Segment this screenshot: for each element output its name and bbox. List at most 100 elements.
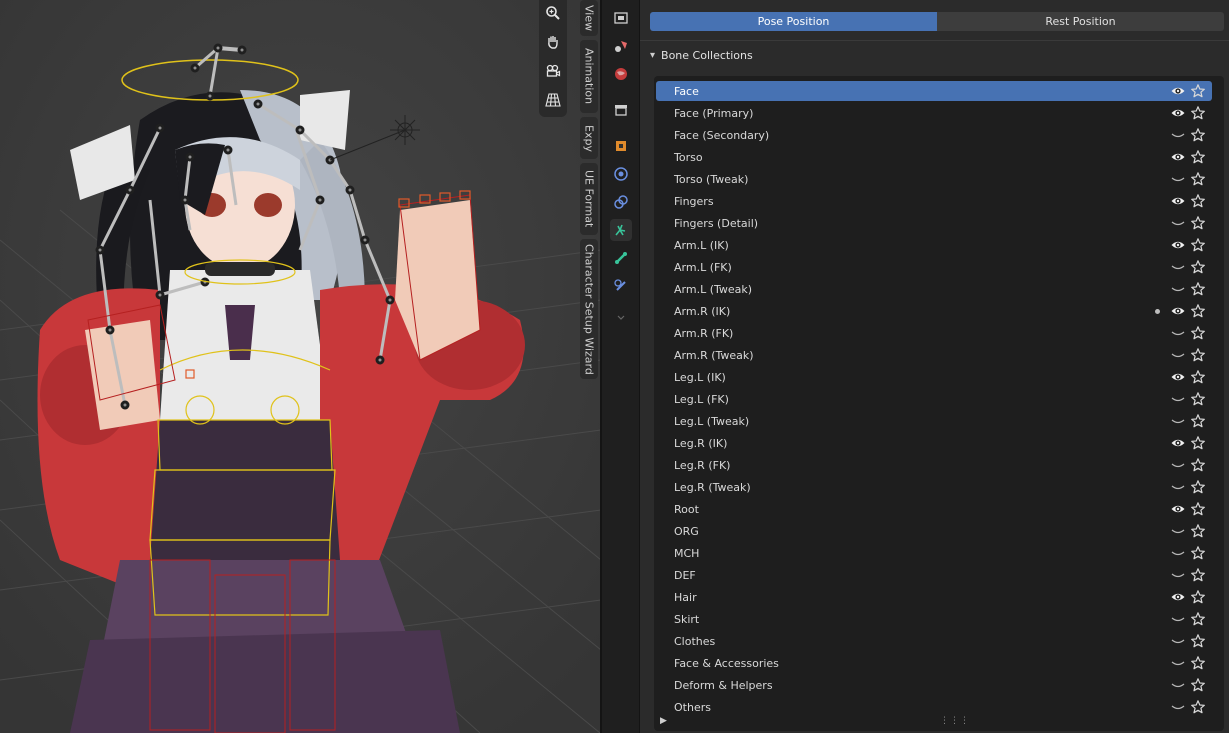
star-icon[interactable]: [1190, 633, 1206, 649]
eye-open-icon[interactable]: [1170, 303, 1186, 319]
bone-collections-list[interactable]: Face Face (Primary) Face (Secondary) Torso T…: [654, 76, 1224, 731]
star-icon[interactable]: [1190, 545, 1206, 561]
star-icon[interactable]: [1190, 655, 1206, 671]
star-icon[interactable]: [1190, 281, 1206, 297]
bone-collection-row[interactable]: Hair: [656, 587, 1212, 607]
eye-open-icon[interactable]: [1170, 237, 1186, 253]
bone-collection-row[interactable]: Leg.R (FK): [656, 455, 1212, 475]
bone-collection-row[interactable]: Face: [656, 81, 1212, 101]
constraint-icon[interactable]: [610, 191, 632, 213]
bone-collection-row[interactable]: Leg.L (FK): [656, 389, 1212, 409]
bone-collection-row[interactable]: Others: [656, 697, 1212, 717]
star-icon[interactable]: [1190, 413, 1206, 429]
tab-view[interactable]: View: [580, 0, 598, 36]
eye-closed-icon[interactable]: [1170, 655, 1186, 671]
bone-collection-row[interactable]: Leg.L (Tweak): [656, 411, 1212, 431]
collection-icon[interactable]: [610, 99, 632, 121]
bone-collections-header[interactable]: ▾ Bone Collections: [640, 40, 1229, 69]
character-scene[interactable]: [0, 0, 601, 733]
bone-collection-row[interactable]: Arm.R (FK): [656, 323, 1212, 343]
eye-open-icon[interactable]: [1170, 193, 1186, 209]
star-icon[interactable]: [1190, 105, 1206, 121]
pose-position-button[interactable]: Pose Position: [650, 12, 937, 31]
expand-icon[interactable]: [610, 307, 632, 329]
eye-closed-icon[interactable]: [1170, 611, 1186, 627]
eye-closed-icon[interactable]: [1170, 259, 1186, 275]
physics-icon[interactable]: [610, 163, 632, 185]
bone-collection-row[interactable]: Arm.L (IK): [656, 235, 1212, 255]
eye-closed-icon[interactable]: [1170, 413, 1186, 429]
star-icon[interactable]: [1190, 457, 1206, 473]
bone-collection-row[interactable]: Arm.L (Tweak): [656, 279, 1212, 299]
eye-closed-icon[interactable]: [1170, 633, 1186, 649]
star-icon[interactable]: [1190, 215, 1206, 231]
star-icon[interactable]: [1190, 149, 1206, 165]
camera-icon[interactable]: [542, 60, 564, 82]
star-icon[interactable]: [1190, 567, 1206, 583]
bone-collection-row[interactable]: Arm.R (Tweak): [656, 345, 1212, 365]
star-icon[interactable]: [1190, 127, 1206, 143]
bone-collection-row[interactable]: Fingers: [656, 191, 1212, 211]
star-icon[interactable]: [1190, 677, 1206, 693]
bone-collection-row[interactable]: Skirt: [656, 609, 1212, 629]
bone-collection-row[interactable]: Face (Primary): [656, 103, 1212, 123]
eye-open-icon[interactable]: [1170, 589, 1186, 605]
bone-collection-row[interactable]: Leg.R (Tweak): [656, 477, 1212, 497]
star-icon[interactable]: [1190, 523, 1206, 539]
bone-icon[interactable]: [610, 247, 632, 269]
grid-perspective-icon[interactable]: [542, 89, 564, 111]
tab-animation[interactable]: Animation: [580, 40, 598, 113]
star-icon[interactable]: [1190, 347, 1206, 363]
bone-collection-row[interactable]: Arm.L (FK): [656, 257, 1212, 277]
tab-ue-format[interactable]: UE Format: [580, 163, 598, 235]
bone-collection-row[interactable]: Leg.R (IK): [656, 433, 1212, 453]
star-icon[interactable]: [1190, 391, 1206, 407]
rest-position-button[interactable]: Rest Position: [937, 12, 1224, 31]
eye-closed-icon[interactable]: [1170, 347, 1186, 363]
eye-open-icon[interactable]: [1170, 435, 1186, 451]
resize-grip-icon[interactable]: ⋮⋮⋮: [940, 716, 970, 726]
bone-constraint-icon[interactable]: [610, 275, 632, 297]
eye-closed-icon[interactable]: [1170, 479, 1186, 495]
star-icon[interactable]: [1190, 259, 1206, 275]
star-icon[interactable]: [1190, 171, 1206, 187]
bone-collection-row[interactable]: Clothes: [656, 631, 1212, 651]
bone-collection-row[interactable]: Arm.R (IK): [656, 301, 1212, 321]
eye-closed-icon[interactable]: [1170, 699, 1186, 715]
eye-closed-icon[interactable]: [1170, 523, 1186, 539]
eye-closed-icon[interactable]: [1170, 391, 1186, 407]
bone-collection-row[interactable]: MCH: [656, 543, 1212, 563]
world-icon[interactable]: [610, 63, 632, 85]
eye-open-icon[interactable]: [1170, 149, 1186, 165]
tab-expy[interactable]: Expy: [580, 117, 598, 159]
eye-open-icon[interactable]: [1170, 105, 1186, 121]
bone-collection-row[interactable]: Face (Secondary): [656, 125, 1212, 145]
eye-open-icon[interactable]: [1170, 369, 1186, 385]
expand-triangle-icon[interactable]: ▶: [660, 716, 667, 726]
eye-open-icon[interactable]: [1170, 83, 1186, 99]
star-icon[interactable]: [1190, 589, 1206, 605]
bone-collection-row[interactable]: Deform & Helpers: [656, 675, 1212, 695]
star-icon[interactable]: [1190, 325, 1206, 341]
bone-collection-row[interactable]: Face & Accessories: [656, 653, 1212, 673]
star-icon[interactable]: [1190, 699, 1206, 715]
3d-viewport[interactable]: View Animation Expy UE Format Character …: [0, 0, 601, 733]
bone-collection-row[interactable]: DEF: [656, 565, 1212, 585]
eye-closed-icon[interactable]: [1170, 677, 1186, 693]
eye-closed-icon[interactable]: [1170, 281, 1186, 297]
bone-collection-row[interactable]: ORG: [656, 521, 1212, 541]
eye-closed-icon[interactable]: [1170, 545, 1186, 561]
eye-closed-icon[interactable]: [1170, 215, 1186, 231]
armature-data-icon[interactable]: [610, 219, 632, 241]
eye-closed-icon[interactable]: [1170, 457, 1186, 473]
eye-closed-icon[interactable]: [1170, 171, 1186, 187]
bone-collection-row[interactable]: Torso (Tweak): [656, 169, 1212, 189]
bone-collection-row[interactable]: Torso: [656, 147, 1212, 167]
bone-collection-row[interactable]: Leg.L (IK): [656, 367, 1212, 387]
pan-hand-icon[interactable]: [542, 31, 564, 53]
star-icon[interactable]: [1190, 83, 1206, 99]
bone-collection-row[interactable]: Fingers (Detail): [656, 213, 1212, 233]
star-icon[interactable]: [1190, 369, 1206, 385]
eye-closed-icon[interactable]: [1170, 325, 1186, 341]
eye-open-icon[interactable]: [1170, 501, 1186, 517]
